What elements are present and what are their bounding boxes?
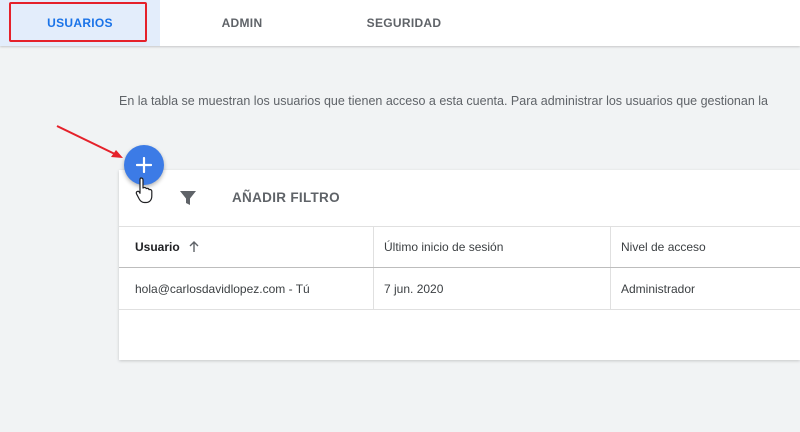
hand-cursor-icon <box>135 177 153 204</box>
tab-admin-label: ADMIN <box>221 16 263 30</box>
column-header-nivel-acceso-label: Nivel de acceso <box>621 240 706 254</box>
column-header-ultimo-inicio[interactable]: Último inicio de sesión <box>373 227 610 267</box>
filter-bar: AÑADIR FILTRO <box>119 170 800 226</box>
tab-usuarios-label: USUARIOS <box>47 16 113 30</box>
column-header-usuario[interactable]: Usuario <box>119 227 373 267</box>
users-table-card: AÑADIR FILTRO Usuario Último inicio de s… <box>119 170 800 360</box>
sort-arrow-up-icon[interactable] <box>188 241 200 253</box>
tab-usuarios[interactable]: USUARIOS <box>0 0 160 46</box>
column-header-ultimo-inicio-label: Último inicio de sesión <box>384 240 504 254</box>
cell-access-level: Administrador <box>610 268 800 309</box>
tab-seguridad[interactable]: SEGURIDAD <box>318 0 490 46</box>
tab-seguridad-label: SEGURIDAD <box>366 16 442 30</box>
cell-user-email: hola@carlosdavidlopez.com - Tú <box>135 281 310 296</box>
cell-last-login: 7 jun. 2020 <box>373 268 610 309</box>
column-header-usuario-label: Usuario <box>135 240 180 254</box>
column-header-nivel-acceso[interactable]: Nivel de acceso <box>610 227 800 267</box>
filter-icon[interactable] <box>179 189 197 207</box>
annotation-arrow-icon <box>56 125 123 158</box>
plus-icon <box>136 157 152 173</box>
table-header: Usuario Último inicio de sesión Nivel de… <box>119 226 800 268</box>
tab-bar: USUARIOS ADMIN SEGURIDAD <box>0 0 800 46</box>
tab-admin[interactable]: ADMIN <box>170 0 314 46</box>
add-filter-button[interactable]: AÑADIR FILTRO <box>232 190 340 205</box>
page-description: En la tabla se muestran los usuarios que… <box>119 94 768 108</box>
table-row[interactable]: hola@carlosdavidlopez.com - Tú 7 jun. 20… <box>119 268 800 310</box>
